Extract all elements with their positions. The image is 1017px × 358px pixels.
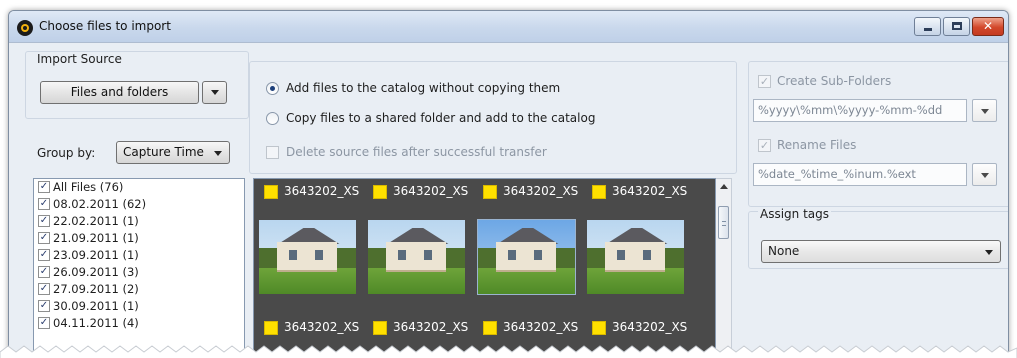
thumbnail-image[interactable] <box>477 219 576 295</box>
tag-marker-icon[interactable] <box>264 321 278 335</box>
title-bar[interactable]: Choose files to import ✕ <box>9 11 1008 43</box>
file-group-checkbox[interactable]: ✓ <box>38 198 50 210</box>
rename-pattern-dropdown[interactable] <box>972 163 997 186</box>
radio-copy-to-shared[interactable] <box>266 112 279 125</box>
scroll-up-icon[interactable] <box>720 184 728 189</box>
list-item-label: 22.02.2011 (1) <box>53 214 139 228</box>
radio-add-without-copy[interactable] <box>266 82 279 95</box>
list-item-label: 23.09.2011 (1) <box>53 248 139 262</box>
maximize-button[interactable] <box>943 17 970 36</box>
thumbnail-filename: 3643202_XS <box>393 320 469 334</box>
delete-source-label: Delete source files after successful tra… <box>286 145 547 159</box>
file-group-checkbox[interactable]: ✓ <box>38 300 50 312</box>
assign-tags-label: Assign tags <box>758 207 832 221</box>
create-subfolders-label: Create Sub-Folders <box>777 74 892 88</box>
thumbnail-filename: 3643202_XS <box>284 320 360 334</box>
file-group-checkbox[interactable]: ✓ <box>38 232 50 244</box>
file-group-checkbox[interactable]: ✓ <box>38 215 50 227</box>
tag-marker-icon[interactable] <box>373 321 387 335</box>
minimize-button[interactable] <box>914 17 941 36</box>
subfolder-pattern-field[interactable]: %yyyy\%mm\%yyyy-%mm-%dd <box>753 99 967 122</box>
close-icon: ✕ <box>982 19 994 33</box>
thumbnail-filename: 3643202_XS <box>393 184 469 198</box>
thumbnail-image[interactable] <box>587 220 684 294</box>
files-and-folders-label: Files and folders <box>70 85 169 99</box>
tag-marker-icon[interactable] <box>483 185 497 199</box>
source-dropdown-button[interactable] <box>202 81 227 104</box>
maximize-icon <box>952 22 962 30</box>
subfolder-pattern-dropdown[interactable] <box>972 99 997 122</box>
tag-marker-icon[interactable] <box>592 185 606 199</box>
list-item-label: 21.09.2011 (1) <box>53 231 139 245</box>
list-item-label: 08.02.2011 (62) <box>53 197 147 211</box>
list-item-label: 26.09.2011 (3) <box>53 265 139 279</box>
import-dialog-window: Choose files to import ✕ Import Source F… <box>8 10 1009 358</box>
thumbnail-filename: 3643202_XS <box>612 320 688 334</box>
file-group-checkbox[interactable]: ✓ <box>38 283 50 295</box>
thumbnail-image[interactable] <box>259 220 356 294</box>
tag-marker-icon[interactable] <box>373 185 387 199</box>
group-by-select[interactable]: Capture Time <box>116 141 230 164</box>
thumbnail-filename: 3643202_XS <box>503 320 579 334</box>
list-item-label: 27.09.2011 (2) <box>53 282 139 296</box>
close-button[interactable]: ✕ <box>972 17 1004 36</box>
file-group-checkbox[interactable]: ✓ <box>38 249 50 261</box>
thumbnail-filename: 3643202_XS <box>612 184 688 198</box>
minimize-icon <box>924 28 932 31</box>
radio-add-without-copy-label[interactable]: Add files to the catalog without copying… <box>286 81 560 95</box>
file-group-list[interactable]: ✓ All Files (76) ✓ 08.02.2011 (62) ✓ 22.02.… <box>33 178 245 358</box>
scrollbar-thumb[interactable] <box>718 206 729 239</box>
import-source-label: Import Source <box>37 52 122 66</box>
assign-tags-select[interactable]: None <box>761 240 1001 263</box>
radio-copy-to-shared-label[interactable]: Copy files to a shared folder and add to… <box>286 111 595 125</box>
group-by-label: Group by: <box>37 146 96 160</box>
delete-source-checkbox[interactable] <box>266 146 279 159</box>
rename-pattern-field[interactable]: %date_%time_%inum.%ext <box>753 163 967 186</box>
list-item-label: 30.09.2011 (1) <box>53 299 139 313</box>
rename-files-checkbox[interactable]: ✓ <box>758 139 771 152</box>
file-group-checkbox[interactable]: ✓ <box>38 181 50 193</box>
torn-edge-decoration <box>0 345 1017 358</box>
tag-marker-icon[interactable] <box>264 185 278 199</box>
thumbnail-filename: 3643202_XS <box>284 184 360 198</box>
group-by-value: Capture Time <box>123 145 204 159</box>
file-group-checkbox[interactable]: ✓ <box>38 266 50 278</box>
list-item-label: All Files (76) <box>53 180 124 194</box>
rename-files-label: Rename Files <box>777 138 857 152</box>
chevron-down-icon <box>214 151 222 156</box>
chevron-down-icon <box>981 109 989 114</box>
chevron-down-icon <box>985 250 993 255</box>
thumbnail-filename: 3643202_XS <box>503 184 579 198</box>
window-title: Choose files to import <box>39 19 171 33</box>
thumbnail-scrollbar[interactable] <box>716 178 732 358</box>
thumbnail-image[interactable] <box>368 220 465 294</box>
assign-tags-value: None <box>768 244 800 258</box>
app-logo-icon <box>17 20 33 36</box>
chevron-down-icon <box>210 90 219 95</box>
chevron-down-icon <box>981 173 989 178</box>
file-group-checkbox[interactable]: ✓ <box>38 317 50 329</box>
tag-marker-icon[interactable] <box>592 321 606 335</box>
files-and-folders-button[interactable]: Files and folders <box>40 81 199 104</box>
list-item-label: 04.11.2011 (4) <box>53 316 139 330</box>
tag-marker-icon[interactable] <box>483 321 497 335</box>
create-subfolders-checkbox[interactable]: ✓ <box>758 75 771 88</box>
